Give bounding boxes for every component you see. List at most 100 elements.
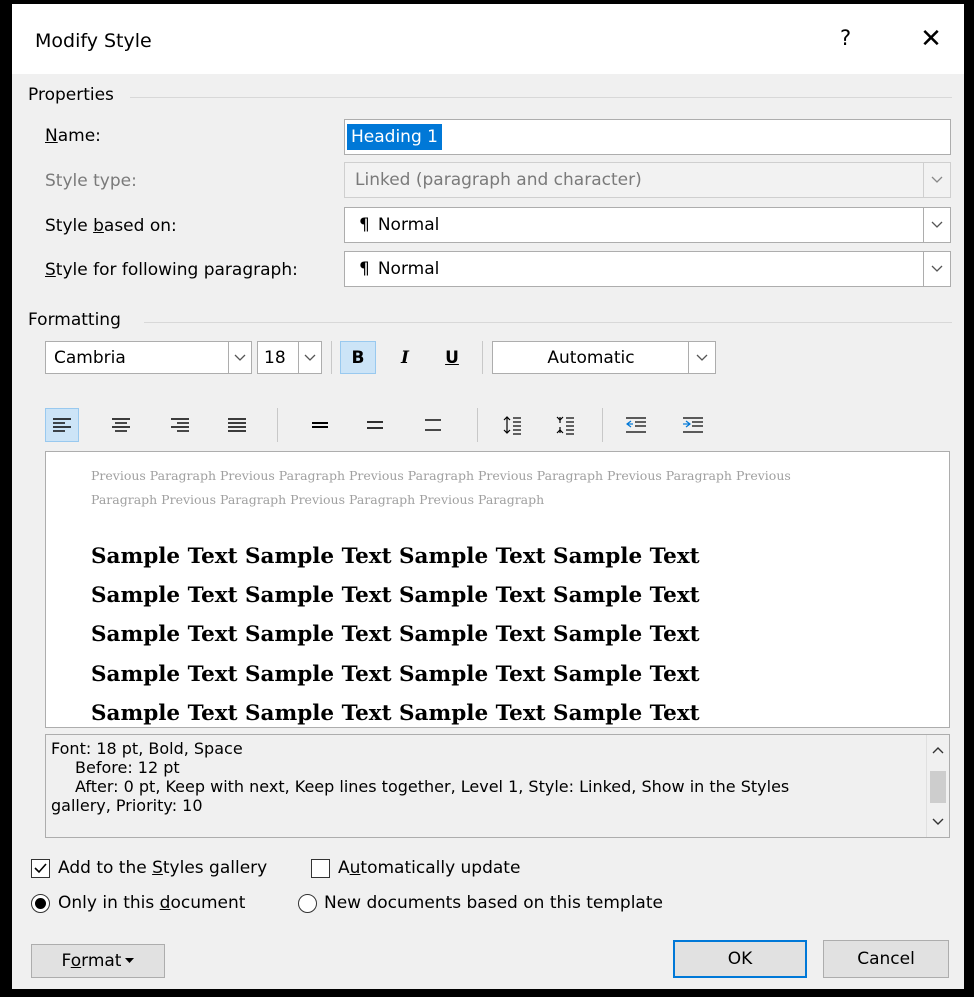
based-on-select[interactable]: ¶ Normal	[344, 207, 951, 243]
font-color-dropdown-button[interactable]	[688, 342, 715, 373]
spacing-increase-icon	[503, 416, 521, 435]
chevron-down-icon	[931, 221, 943, 228]
scroll-up-icon[interactable]	[927, 741, 949, 761]
cancel-button[interactable]: Cancel	[823, 940, 949, 978]
style-type-value: Linked (paragraph and character)	[355, 170, 642, 190]
italic-button[interactable]: I	[387, 341, 423, 374]
description-scrollbar[interactable]	[926, 735, 949, 837]
based-on-value: ¶ Normal	[355, 208, 439, 242]
format-menu-button[interactable]: Format	[31, 944, 165, 978]
font-name-value: Cambria	[54, 347, 126, 368]
double-spacing-button[interactable]	[416, 408, 450, 442]
radio-selected-dot	[35, 898, 46, 909]
following-value: ¶ Normal	[355, 252, 439, 286]
align-left-icon	[53, 418, 71, 432]
font-size-dropdown-button[interactable]	[298, 342, 321, 373]
single-spacing-button[interactable]	[303, 408, 337, 442]
font-size-value: 18	[264, 347, 286, 368]
chevron-down-icon	[931, 265, 943, 272]
one-half-spacing-button[interactable]	[358, 408, 392, 442]
only-this-document-radio[interactable]	[31, 894, 50, 913]
following-label: Style for following paragraph:	[45, 260, 298, 280]
following-dropdown-button[interactable]	[923, 252, 950, 286]
add-to-gallery-checkbox[interactable]	[31, 859, 50, 878]
formatting-divider	[144, 322, 952, 323]
close-icon: ✕	[920, 24, 942, 54]
based-on-dropdown-button[interactable]	[923, 208, 950, 242]
sample-text-line: Sample Text Sample Text Sample Text Samp…	[91, 544, 700, 569]
font-color-select[interactable]: Automatic	[492, 341, 716, 374]
align-center-icon	[112, 418, 130, 432]
format-label: Format	[61, 951, 122, 971]
chevron-down-icon	[696, 354, 708, 361]
toolbar-separator	[277, 408, 278, 442]
justify-icon	[228, 418, 246, 432]
dialog-title: Modify Style	[35, 30, 152, 52]
style-type-select[interactable]: Linked (paragraph and character)	[344, 162, 951, 198]
align-right-icon	[171, 418, 189, 432]
align-center-button[interactable]	[104, 408, 138, 442]
font-size-select[interactable]: 18	[257, 341, 322, 374]
checkmark-icon	[34, 863, 47, 874]
title-bar: Modify Style ? ✕	[12, 4, 964, 74]
scroll-down-icon[interactable]	[927, 811, 949, 831]
following-select[interactable]: ¶ Normal	[344, 251, 951, 287]
paragraph-mark-icon: ¶	[359, 215, 370, 235]
increase-indent-button[interactable]	[676, 408, 710, 442]
style-preview: Previous Paragraph Previous Paragraph Pr…	[45, 451, 950, 728]
toolbar-separator	[602, 408, 603, 442]
chevron-down-icon	[304, 354, 316, 361]
name-input[interactable]: Heading 1	[344, 119, 951, 155]
font-color-value: Automatic	[547, 347, 635, 368]
spacing-decrease-icon	[556, 416, 574, 435]
paragraph-mark-icon: ¶	[359, 259, 370, 279]
align-right-button[interactable]	[163, 408, 197, 442]
auto-update-checkbox[interactable]	[311, 859, 330, 878]
font-name-dropdown-button[interactable]	[228, 342, 251, 373]
justify-button[interactable]	[220, 408, 254, 442]
name-value: Heading 1	[347, 124, 442, 150]
sample-text-line: Sample Text Sample Text Sample Text Samp…	[91, 661, 700, 687]
decrease-indent-button[interactable]	[619, 408, 653, 442]
based-on-text: Normal	[377, 215, 440, 235]
sample-text-block: Sample Text Sample Text Sample Text Samp…	[91, 537, 931, 727]
caret-down-icon	[125, 958, 135, 963]
auto-update-label[interactable]: Automatically update	[338, 858, 520, 878]
description-line: After: 0 pt, Keep with next, Keep lines …	[75, 777, 790, 796]
add-to-gallery-label[interactable]: Add to the Styles gallery	[58, 858, 267, 878]
description-line: Before: 12 pt	[75, 758, 180, 777]
sample-text-line: Sample Text Sample Text Sample Text Samp…	[91, 622, 700, 648]
ok-button[interactable]: OK	[673, 940, 807, 978]
increase-indent-icon	[683, 417, 703, 433]
bold-button[interactable]: B	[340, 341, 376, 374]
underline-button[interactable]: U	[434, 341, 470, 374]
chevron-down-icon	[234, 354, 246, 361]
line-spacing-double-icon	[425, 419, 441, 431]
font-name-select[interactable]: Cambria	[45, 341, 252, 374]
name-label: Name:	[45, 126, 101, 146]
modify-style-dialog: Modify Style ? ✕ Properties Name: Headin…	[12, 4, 964, 989]
style-description[interactable]: Font: 18 pt, Bold, Space Before: 12 pt A…	[45, 734, 950, 838]
align-left-button[interactable]	[45, 408, 79, 442]
new-documents-radio[interactable]	[298, 894, 317, 913]
toolbar-separator	[482, 341, 483, 374]
chevron-down-icon	[931, 176, 943, 183]
style-type-label: Style type:	[45, 171, 137, 191]
sample-text-line: Sample Text Sample Text Sample Text Samp…	[91, 700, 700, 726]
style-type-dropdown-button[interactable]	[923, 163, 950, 197]
scroll-thumb[interactable]	[930, 771, 946, 803]
decrease-indent-icon	[626, 417, 646, 433]
based-on-label: Style based on:	[45, 216, 177, 236]
following-text: Normal	[377, 259, 440, 279]
description-line: Font: 18 pt, Bold, Space	[51, 739, 243, 758]
decrease-paragraph-spacing-button[interactable]	[548, 408, 582, 442]
help-button[interactable]: ?	[840, 26, 851, 50]
close-button[interactable]: ✕	[916, 22, 946, 56]
new-documents-label[interactable]: New documents based on this template	[324, 893, 663, 913]
properties-group-label: Properties	[28, 85, 114, 105]
line-spacing-single-icon	[312, 422, 328, 428]
description-line: gallery, Priority: 10	[51, 796, 203, 815]
increase-paragraph-spacing-button[interactable]	[495, 408, 529, 442]
only-this-document-label[interactable]: Only in this document	[58, 893, 245, 913]
style-description-text: Font: 18 pt, Bold, Space Before: 12 pt A…	[51, 739, 911, 815]
